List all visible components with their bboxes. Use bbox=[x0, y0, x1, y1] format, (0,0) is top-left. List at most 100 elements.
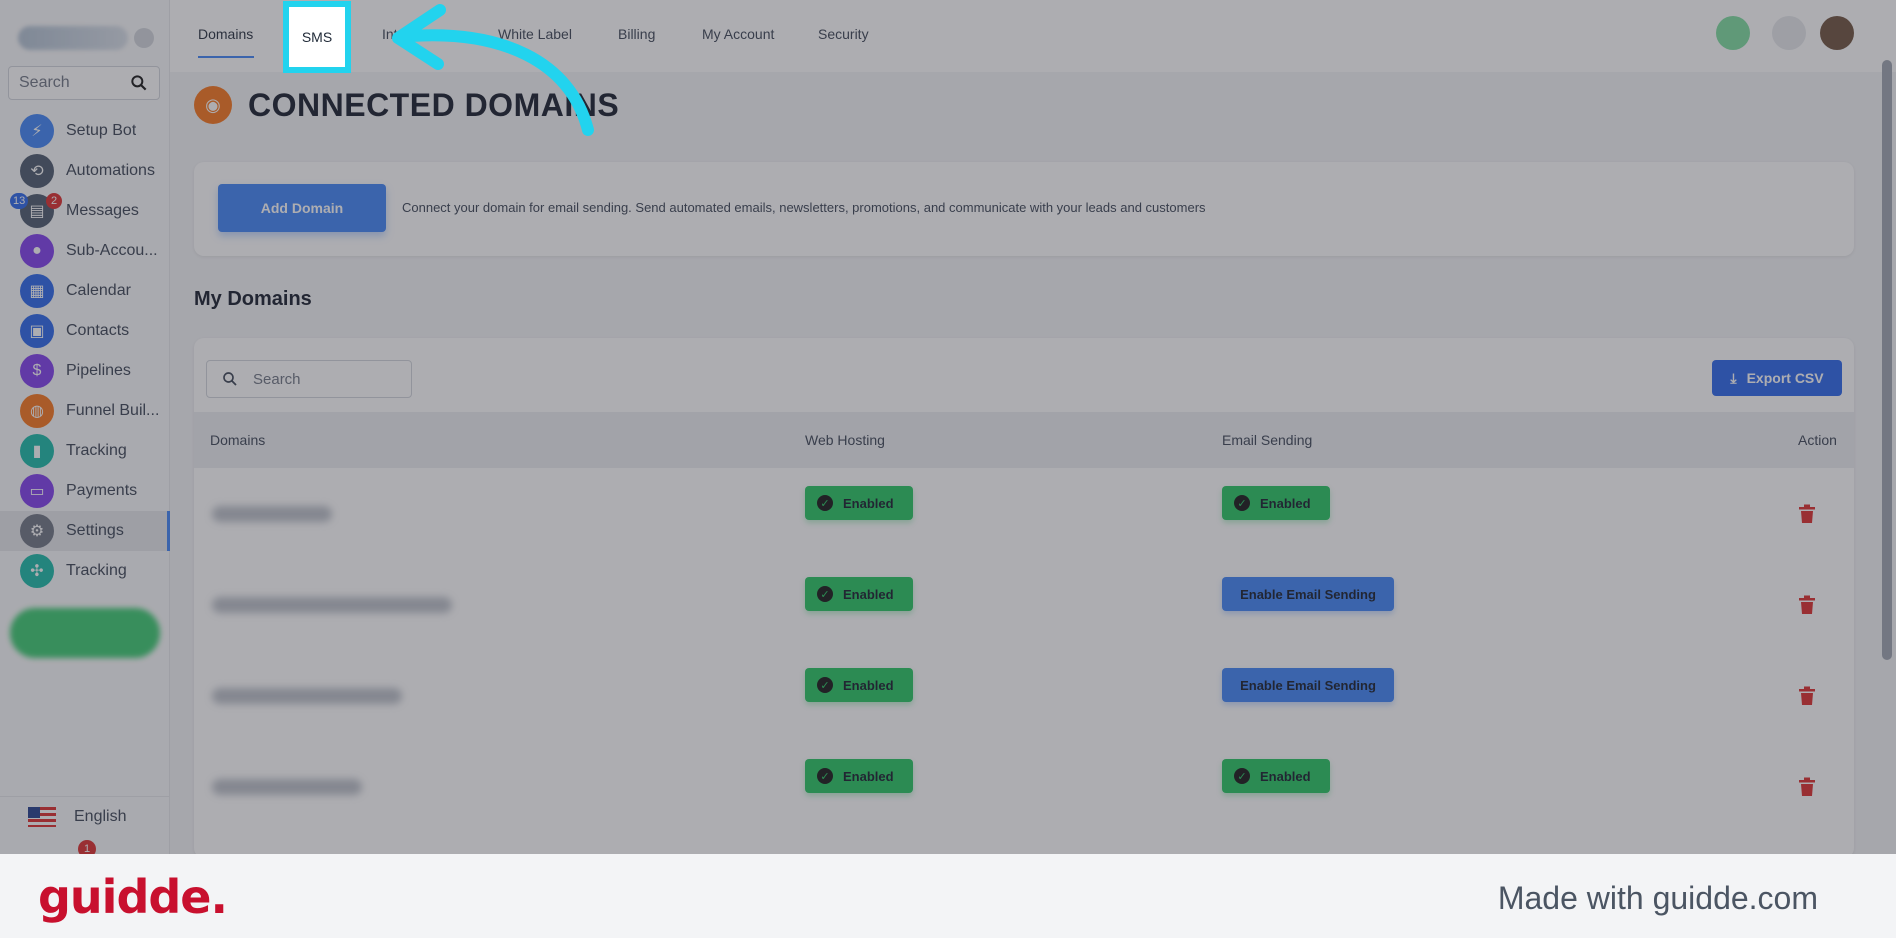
domains-search-placeholder: Search bbox=[253, 370, 301, 388]
status-label: Enabled bbox=[843, 495, 894, 511]
table-header: Domains Web Hosting Email Sending Action bbox=[194, 412, 1854, 468]
check-circle-icon: ✓ bbox=[817, 586, 833, 602]
enable-email-sending-button[interactable]: Enable Email Sending bbox=[1222, 668, 1394, 702]
sidebar-item-automations[interactable]: ⟲ Automations bbox=[0, 151, 170, 191]
export-csv-button[interactable]: ⤓ Export CSV bbox=[1712, 360, 1842, 396]
sidebar-item-sub-accou[interactable]: ● Sub-Accou... bbox=[0, 231, 170, 271]
email-sending-status-badge: ✓ Enabled bbox=[1222, 486, 1330, 520]
sidebar-item-label: Settings bbox=[66, 522, 124, 539]
contacts-icon: ▣ bbox=[20, 314, 54, 348]
status-label: Enabled bbox=[1260, 495, 1311, 511]
guidde-footer: guidde. Made with guidde.com bbox=[0, 854, 1896, 938]
enable-email-sending-button[interactable]: Enable Email Sending bbox=[1222, 577, 1394, 611]
bolt-icon: ⚡ bbox=[20, 114, 54, 148]
domains-search-input[interactable]: Search bbox=[206, 360, 412, 398]
funnel-icon: ◍ bbox=[20, 394, 54, 428]
network-icon: ✣ bbox=[20, 554, 54, 588]
trash-icon[interactable] bbox=[1798, 595, 1816, 615]
sidebar-item-calendar[interactable]: ▦ Calendar bbox=[0, 271, 170, 311]
dollar-icon: $ bbox=[20, 354, 54, 388]
sidebar: Search ⚡ Setup Bot ⟲ Automations ▤ Messages 13… bbox=[0, 0, 170, 858]
col-domains: Domains bbox=[210, 432, 266, 448]
help-icon[interactable] bbox=[1772, 16, 1806, 50]
sidebar-item-setup-bot[interactable]: ⚡ Setup Bot bbox=[0, 111, 170, 151]
web-hosting-status-badge: ✓ Enabled bbox=[805, 668, 913, 702]
app-logo[interactable] bbox=[18, 22, 154, 54]
email-sending-status-badge: ✓ Enabled bbox=[1222, 759, 1330, 793]
sidebar-item-payments[interactable]: ▭ Payments bbox=[0, 471, 170, 511]
trash-icon[interactable] bbox=[1798, 504, 1816, 524]
check-circle-icon: ✓ bbox=[1234, 495, 1250, 511]
domain-name-redacted[interactable] bbox=[212, 506, 332, 522]
user-icon: ● bbox=[20, 234, 54, 268]
sidebar-search-input[interactable]: Search bbox=[8, 66, 160, 100]
my-domains-title: My Domains bbox=[194, 288, 312, 310]
add-domain-button[interactable]: Add Domain bbox=[218, 184, 386, 232]
sidebar-item-label: Automations bbox=[66, 162, 155, 179]
check-circle-icon: ✓ bbox=[817, 768, 833, 784]
table-row: ✓ Enabled Enable Email Sending bbox=[194, 650, 1854, 740]
notification-badge: 2 bbox=[46, 193, 62, 209]
tab-domains[interactable]: Domains bbox=[198, 26, 253, 42]
col-email-sending: Email Sending bbox=[1222, 432, 1313, 448]
add-domain-description: Connect your domain for email sending. S… bbox=[402, 200, 1206, 215]
tab-sms[interactable]: SMS bbox=[283, 1, 351, 73]
button-label: Enable Email Sending bbox=[1240, 677, 1376, 693]
sidebar-item-label: Sub-Accou... bbox=[66, 242, 158, 259]
card-icon: ▭ bbox=[20, 474, 54, 508]
trash-icon[interactable] bbox=[1798, 686, 1816, 706]
sidebar-item-label: Messages bbox=[66, 202, 139, 219]
sidebar-item-label: Tracking bbox=[66, 562, 127, 579]
tab-billing[interactable]: Billing bbox=[618, 26, 655, 42]
status-label: Enabled bbox=[1260, 768, 1311, 784]
language-label: English bbox=[74, 807, 127, 825]
sidebar-item-settings[interactable]: ⚙ Settings bbox=[0, 511, 170, 551]
tab-my-account[interactable]: My Account bbox=[702, 26, 774, 42]
sidebar-item-label: Tracking bbox=[66, 442, 127, 459]
language-selector[interactable]: English bbox=[0, 796, 170, 836]
search-icon bbox=[223, 372, 237, 386]
status-label: Enabled bbox=[843, 768, 894, 784]
col-action: Action bbox=[1798, 432, 1837, 448]
sidebar-search-placeholder: Search bbox=[19, 74, 70, 91]
check-circle-icon: ✓ bbox=[817, 677, 833, 693]
domain-name-redacted[interactable] bbox=[212, 597, 452, 613]
table-row: ✓ Enabled Enable Email Sending bbox=[194, 559, 1854, 649]
sidebar-nav: ⚡ Setup Bot ⟲ Automations ▤ Messages 13 2 ● Sub-A… bbox=[0, 111, 170, 591]
sidebar-item-label: Setup Bot bbox=[66, 122, 137, 139]
domain-name-redacted[interactable] bbox=[212, 779, 362, 795]
sidebar-item-label: Pipelines bbox=[66, 362, 131, 379]
gear-icon: ⚙ bbox=[20, 514, 54, 548]
active-tab-indicator bbox=[198, 56, 254, 58]
sidebar-item-contacts[interactable]: ▣ Contacts bbox=[0, 311, 170, 351]
sidebar-item-tracking[interactable]: ▮ Tracking bbox=[0, 431, 170, 471]
table-row: ✓ Enabled ✓ Enabled bbox=[194, 468, 1854, 558]
status-label: Enabled bbox=[843, 677, 894, 693]
sidebar-item-funnel-buil[interactable]: ◍ Funnel Buil... bbox=[0, 391, 170, 431]
col-web-hosting: Web Hosting bbox=[805, 432, 885, 448]
logo-image bbox=[18, 26, 128, 50]
check-circle-icon: ✓ bbox=[817, 495, 833, 511]
chevron-icon[interactable] bbox=[134, 28, 154, 48]
export-csv-label: Export CSV bbox=[1746, 370, 1824, 386]
button-label: Enable Email Sending bbox=[1240, 586, 1376, 602]
table-row: ✓ Enabled ✓ Enabled bbox=[194, 741, 1854, 831]
sidebar-item-tracking[interactable]: ✣ Tracking bbox=[0, 551, 170, 591]
tab-security[interactable]: Security bbox=[818, 26, 869, 42]
unread-count-badge: 13 bbox=[10, 193, 29, 209]
sidebar-item-label: Calendar bbox=[66, 282, 131, 299]
page-scrollbar[interactable] bbox=[1882, 60, 1892, 660]
calendar-icon: ▦ bbox=[20, 274, 54, 308]
avatar[interactable] bbox=[1820, 16, 1854, 50]
sidebar-item-label: Funnel Buil... bbox=[66, 402, 160, 419]
domain-name-redacted[interactable] bbox=[212, 688, 402, 704]
sidebar-item-pipelines[interactable]: $ Pipelines bbox=[0, 351, 170, 391]
phone-icon[interactable] bbox=[1716, 16, 1750, 50]
web-hosting-status-badge: ✓ Enabled bbox=[805, 486, 913, 520]
us-flag-icon bbox=[28, 806, 56, 827]
sidebar-item-messages[interactable]: ▤ Messages 13 2 bbox=[0, 191, 170, 231]
tab-sms-label: SMS bbox=[301, 29, 333, 45]
trash-icon[interactable] bbox=[1798, 777, 1816, 797]
search-icon bbox=[131, 75, 147, 91]
green-action-pill[interactable] bbox=[10, 608, 160, 658]
